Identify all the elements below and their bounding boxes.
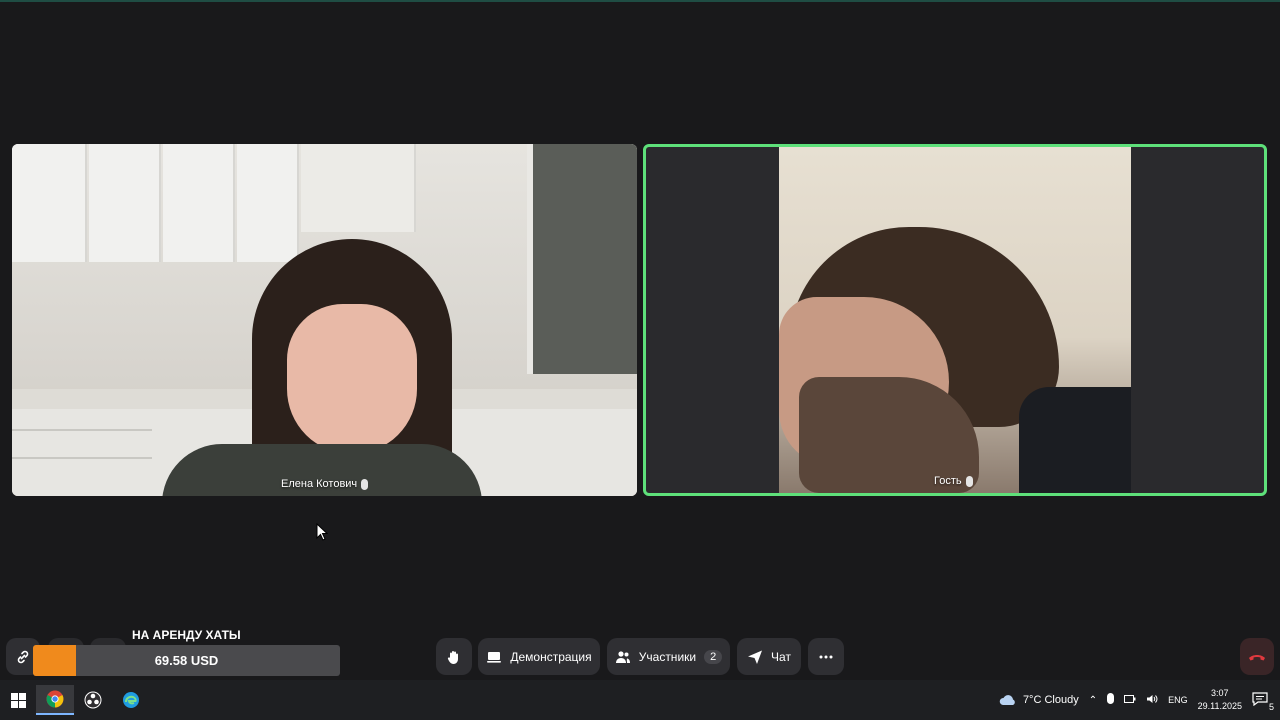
- chat-label: Чат: [771, 649, 791, 664]
- chat-button[interactable]: Чат: [737, 638, 801, 675]
- drawer: [12, 429, 152, 431]
- windows-icon: [10, 692, 26, 708]
- cabinet: [237, 144, 299, 262]
- send-icon: [747, 649, 763, 665]
- participant-name: Елена Котович: [281, 478, 358, 490]
- participants-count-badge: 2: [704, 649, 723, 664]
- taskbar-chrome[interactable]: [36, 685, 74, 715]
- chrome-icon: [46, 690, 64, 708]
- window: [527, 144, 637, 374]
- hang-up-icon: [1249, 654, 1265, 660]
- taskbar-edge[interactable]: [112, 685, 150, 715]
- clock-date: 29.11.2025: [1197, 701, 1242, 711]
- video-feed: [779, 147, 1131, 493]
- donation-amount: 69.58 USD: [154, 653, 219, 668]
- participant-tile-guest[interactable]: Гость: [643, 144, 1267, 496]
- end-call-button[interactable]: [1240, 638, 1274, 675]
- participant-tile-elena[interactable]: Елена Котович: [12, 144, 637, 496]
- people-icon: [615, 649, 631, 665]
- chevron-up-icon[interactable]: ⌃: [1089, 695, 1097, 706]
- edge-icon: [123, 692, 139, 708]
- donation-progress-bar: 69.58 USD: [33, 645, 340, 676]
- weather-text: 7°C Cloudy: [1022, 694, 1079, 706]
- participants-label: Участники: [638, 649, 697, 664]
- raise-hand-button[interactable]: [436, 638, 472, 675]
- participant-name-tag: Гость: [934, 475, 973, 487]
- microphone-icon: [965, 475, 973, 487]
- person-hoodie: [1019, 387, 1131, 493]
- cabinet: [12, 144, 87, 262]
- cabinet: [89, 144, 161, 262]
- top-accent-line: [0, 0, 1280, 2]
- drawer: [12, 457, 152, 459]
- obs-icon: [84, 691, 102, 709]
- clock-time: 3:07: [1211, 688, 1229, 698]
- battery-icon[interactable]: [1124, 694, 1136, 707]
- participant-name: Гость: [934, 475, 962, 487]
- participant-name-tag: Елена Котович: [281, 478, 369, 490]
- clock[interactable]: 3:07 29.11.2025: [1198, 687, 1242, 713]
- input-language[interactable]: ENG: [1168, 695, 1188, 705]
- donation-title: НА АРЕНДУ ХАТЫ: [132, 628, 241, 642]
- start-button[interactable]: [0, 685, 36, 715]
- microphone-tray-icon[interactable]: [1107, 693, 1115, 707]
- system-tray: 7°C Cloudy ⌃ ENG 3:07 29.11.2025 5: [999, 680, 1280, 720]
- os-taskbar: 7°C Cloudy ⌃ ENG 3:07 29.11.2025 5: [0, 680, 1280, 720]
- microphone-icon: [361, 478, 369, 490]
- hand-icon: [446, 649, 462, 665]
- person-face: [287, 304, 417, 454]
- link-icon: [17, 650, 29, 663]
- more-options-button[interactable]: [808, 638, 844, 675]
- notifications-button[interactable]: 5: [1252, 692, 1274, 712]
- weather-widget[interactable]: 7°C Cloudy: [999, 694, 1079, 706]
- screen-share-label: Демонстрация: [510, 649, 592, 664]
- screen-share-icon: [486, 649, 502, 665]
- cabinet: [301, 144, 416, 232]
- notification-count: 5: [1268, 702, 1274, 712]
- volume-icon[interactable]: [1146, 694, 1158, 707]
- participants-button[interactable]: Участники 2: [607, 638, 730, 675]
- cloud-icon: [999, 695, 1015, 705]
- taskbar-obs[interactable]: [74, 685, 112, 715]
- screen-share-button[interactable]: Демонстрация: [478, 638, 600, 675]
- notification-icon: [1252, 692, 1268, 707]
- more-icon: [818, 649, 834, 665]
- cabinet: [163, 144, 235, 262]
